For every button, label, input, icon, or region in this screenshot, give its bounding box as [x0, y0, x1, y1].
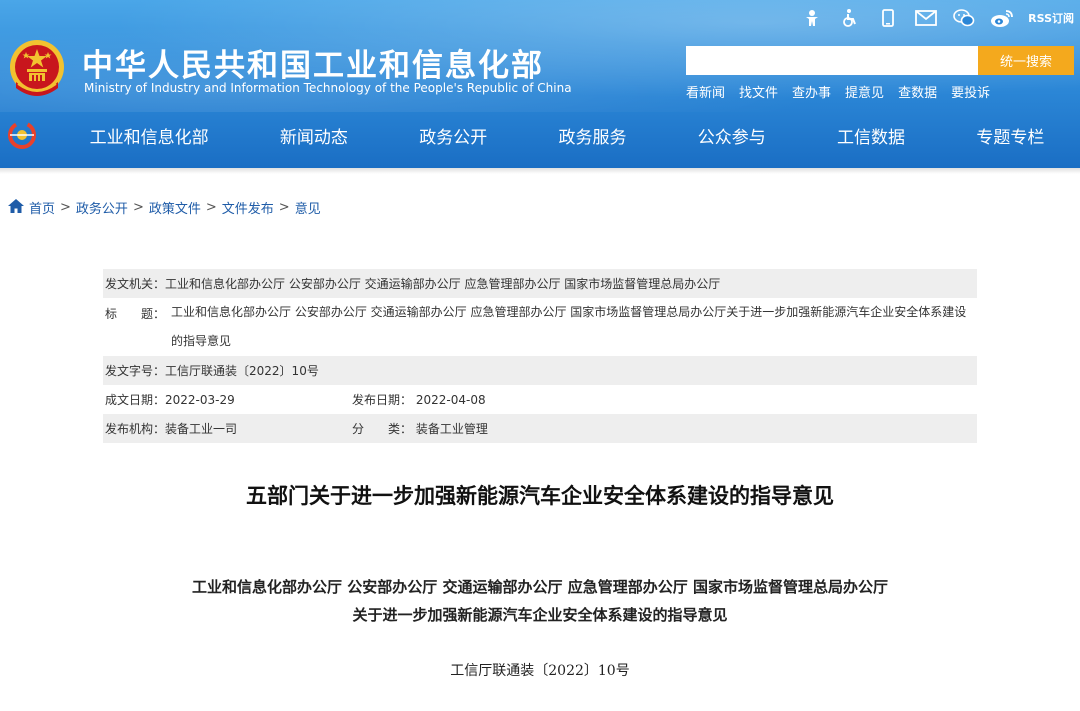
meta-row-doc-number: 发文字号： 工信厅联通装〔2022〕10号 — [103, 356, 977, 385]
quick-link-complaints[interactable]: 要投诉 — [951, 82, 990, 101]
meta-issuer-value: 工业和信息化部办公厅 公安部办公厅 交通运输部办公厅 应急管理部办公厅 国家市场… — [165, 277, 721, 291]
document-title: 五部门关于进一步加强新能源汽车企业安全体系建设的指导意见 — [246, 484, 834, 508]
quick-link-data[interactable]: 查数据 — [898, 82, 937, 101]
nav-item-data[interactable]: 工信数据 — [837, 123, 905, 148]
ministry-logo-icon[interactable] — [0, 112, 44, 158]
meta-category-label: 分 类： — [352, 422, 413, 436]
meta-row-agency: 发布机构： 装备工业一司 分 类： 装备工业管理 — [103, 414, 977, 443]
breadcrumb-separator: > — [278, 200, 290, 215]
meta-title-label: 标 题： — [105, 307, 166, 321]
quick-link-news[interactable]: 看新闻 — [686, 82, 725, 101]
site-title[interactable]: 中华人民共和国工业和信息化部 — [82, 40, 544, 85]
quick-links: 看新闻 找文件 查办事 提意见 查数据 要投诉 — [686, 82, 990, 101]
rss-subscribe-link[interactable]: RSS订阅 — [1028, 10, 1074, 26]
nav-item-government-affairs[interactable]: 政务公开 — [419, 123, 487, 148]
document-number: 工信厅联通装〔2022〕10号 — [450, 663, 630, 679]
meta-doc-number-label: 发文字号： — [105, 364, 166, 378]
quick-link-services[interactable]: 查办事 — [792, 82, 831, 101]
wheelchair-icon[interactable] — [838, 6, 862, 30]
site-header: 中华人民共和国工业和信息化部 Ministry of Industry and … — [0, 0, 1080, 168]
breadcrumb-separator: > — [132, 200, 144, 215]
rss-label: RSS订阅 — [1028, 12, 1074, 25]
quick-link-documents[interactable]: 找文件 — [739, 82, 778, 101]
meta-agency-value: 装备工业一司 — [165, 422, 238, 436]
nav-item-services[interactable]: 政务服务 — [558, 123, 626, 148]
main-nav: 工业和信息化部 新闻动态 政务公开 政务服务 公众参与 工信数据 专题专栏 — [0, 112, 1080, 158]
quick-link-suggestions[interactable]: 提意见 — [845, 82, 884, 101]
document-subtitle: 关于进一步加强新能源汽车企业安全体系建设的指导意见 — [352, 606, 728, 624]
meta-published-label: 发布日期： — [352, 393, 413, 407]
nav-item-news[interactable]: 新闻动态 — [280, 123, 348, 148]
accessibility-icon[interactable] — [800, 6, 824, 30]
unified-search-button[interactable]: 统一搜索 — [978, 46, 1074, 75]
meta-created-label: 成文日期： — [105, 393, 166, 407]
meta-doc-number-value: 工信厅联通装〔2022〕10号 — [165, 364, 319, 378]
wechat-icon[interactable] — [952, 6, 976, 30]
meta-published-value: 2022-04-08 — [415, 393, 486, 407]
meta-row-title: 标 题： 工业和信息化部办公厅 公安部办公厅 交通运输部办公厅 应急管理部办公厅… — [103, 298, 977, 356]
nav-item-ministry[interactable]: 工业和信息化部 — [90, 123, 209, 148]
breadcrumb-home[interactable]: 首页 — [29, 198, 55, 217]
meta-created-value: 2022-03-29 — [165, 392, 235, 407]
breadcrumb-separator: > — [205, 200, 217, 215]
breadcrumb: 首页 > 政务公开 > 政策文件 > 文件发布 > 意见 — [8, 198, 321, 217]
meta-row-issuer: 发文机关： 工业和信息化部办公厅 公安部办公厅 交通运输部办公厅 应急管理部办公… — [103, 269, 977, 298]
nav-item-participation[interactable]: 公众参与 — [698, 123, 766, 148]
meta-row-dates: 成文日期： 2022-03-29 发布日期： 2022-04-08 — [103, 385, 977, 414]
home-icon[interactable] — [8, 198, 24, 217]
site-subtitle: Ministry of Industry and Information Tec… — [84, 81, 572, 95]
breadcrumb-file-release[interactable]: 文件发布 — [222, 198, 274, 217]
top-utility-bar: RSS订阅 — [800, 4, 1074, 32]
nav-item-topics[interactable]: 专题专栏 — [976, 123, 1044, 148]
breadcrumb-policy-documents[interactable]: 政策文件 — [149, 198, 201, 217]
nav-shadow — [0, 168, 1080, 174]
document-metadata-table: 发文机关： 工业和信息化部办公厅 公安部办公厅 交通运输部办公厅 应急管理部办公… — [103, 269, 977, 443]
meta-title-value: 工业和信息化部办公厅 公安部办公厅 交通运输部办公厅 应急管理部办公厅 国家市场… — [171, 305, 967, 348]
breadcrumb-separator: > — [60, 200, 71, 215]
breadcrumb-government-affairs[interactable]: 政务公开 — [76, 198, 128, 217]
mail-icon[interactable] — [914, 6, 938, 30]
meta-issuer-label: 发文机关： — [105, 277, 166, 291]
meta-category-value: 装备工业管理 — [415, 422, 488, 436]
meta-category-group: 分 类： 装备工业管理 — [352, 420, 488, 437]
mobile-icon[interactable] — [876, 6, 900, 30]
weibo-icon[interactable] — [990, 6, 1014, 30]
meta-published-group: 发布日期： 2022-04-08 — [352, 391, 486, 408]
document-issuers: 工业和信息化部办公厅 公安部办公厅 交通运输部办公厅 应急管理部办公厅 国家市场… — [192, 578, 888, 596]
meta-agency-label: 发布机构： — [105, 422, 166, 436]
breadcrumb-opinions[interactable]: 意见 — [295, 198, 321, 217]
national-emblem-icon[interactable] — [8, 38, 66, 98]
search-input[interactable] — [686, 46, 978, 75]
